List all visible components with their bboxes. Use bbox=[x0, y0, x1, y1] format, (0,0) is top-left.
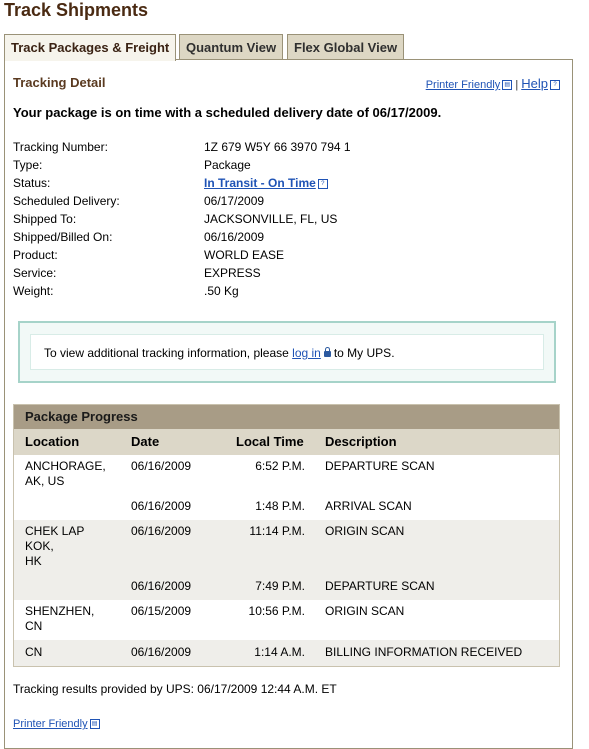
tracking-number-value: 1Z 679 W5Y 66 3970 794 1 bbox=[204, 140, 351, 154]
login-info-box: To view additional tracking information,… bbox=[18, 321, 556, 383]
date-cell: 06/16/2009 bbox=[131, 524, 192, 538]
status-help-icon[interactable]: ? bbox=[317, 178, 328, 189]
detail-label: Weight: bbox=[13, 284, 54, 298]
detail-label: Status: bbox=[13, 176, 51, 190]
info-text-after: to My UPS. bbox=[333, 346, 395, 360]
weight-value: .50 Kg bbox=[204, 284, 239, 298]
table-row: CHEK LAP KOK, HK 06/16/2009 11:14 P.M. O… bbox=[14, 520, 559, 575]
header-links: Printer Friendly ▤ | Help? bbox=[426, 76, 560, 91]
table-row: ANCHORAGE, AK, US 06/16/2009 6:52 P.M. D… bbox=[14, 455, 559, 495]
page-title: Track Shipments bbox=[4, 0, 149, 20]
time-cell: 10:56 P.M. bbox=[248, 604, 305, 618]
table-row: 06/16/2009 1:48 P.M. ARRIVAL SCAN bbox=[14, 495, 559, 520]
table-header-row: Location Date Local Time Description bbox=[14, 429, 559, 455]
product-value: WORLD EASE bbox=[204, 248, 285, 262]
package-progress-table: Package Progress Location Date Local Tim… bbox=[13, 404, 560, 667]
location-cell: CHEK LAP KOK, HK bbox=[25, 524, 85, 568]
time-cell: 1:48 P.M. bbox=[255, 499, 305, 513]
location-cell: SHENZHEN, CN bbox=[25, 604, 95, 633]
date-cell: 06/16/2009 bbox=[131, 459, 192, 473]
package-progress-title: Package Progress bbox=[14, 405, 559, 429]
status-value: In Transit - On Time? bbox=[204, 174, 328, 192]
bottom-printer-friendly: Printer Friendly ▤ bbox=[13, 718, 100, 730]
link-separator: | bbox=[515, 79, 519, 91]
table-row: CN 06/16/2009 1:14 A.M. BILLING INFORMAT… bbox=[14, 640, 559, 666]
column-header-date: Date bbox=[131, 434, 160, 449]
tracking-panel: Tracking Detail Printer Friendly ▤ | Help… bbox=[4, 59, 573, 749]
status-link[interactable]: In Transit - On Time bbox=[204, 176, 316, 190]
info-text-before: To view additional tracking information,… bbox=[44, 346, 289, 360]
table-row: SHENZHEN, CN 06/15/2009 10:56 P.M. ORIGI… bbox=[14, 600, 559, 640]
detail-label: Tracking Number: bbox=[13, 140, 108, 154]
time-cell: 11:14 P.M. bbox=[249, 524, 305, 538]
date-cell: 06/16/2009 bbox=[131, 645, 192, 659]
column-header-local-time: Local Time bbox=[236, 434, 304, 449]
date-cell: 06/16/2009 bbox=[131, 499, 192, 513]
tracking-results-note: Tracking results provided by UPS: 06/17/… bbox=[13, 682, 337, 696]
description-cell: ARRIVAL SCAN bbox=[325, 499, 412, 513]
description-cell: BILLING INFORMATION RECEIVED bbox=[325, 645, 523, 659]
detail-label: Shipped/Billed On: bbox=[13, 230, 113, 244]
shipped-billed-value: 06/16/2009 bbox=[204, 230, 265, 244]
type-value: Package bbox=[204, 158, 251, 172]
printer-icon[interactable]: ▤ bbox=[89, 719, 100, 730]
printer-friendly-link[interactable]: Printer Friendly bbox=[426, 79, 501, 91]
on-time-message: Your package is on time with a scheduled… bbox=[13, 105, 442, 120]
detail-label: Product: bbox=[13, 248, 58, 262]
tracking-detail-heading: Tracking Detail bbox=[13, 75, 106, 90]
login-info-inner: To view additional tracking information,… bbox=[30, 334, 544, 370]
detail-label: Scheduled Delivery: bbox=[13, 194, 120, 208]
time-cell: 6:52 P.M. bbox=[255, 459, 305, 473]
log-in-link[interactable]: log in bbox=[292, 346, 321, 360]
column-header-description: Description bbox=[325, 434, 397, 449]
tab-quantum-view[interactable]: Quantum View bbox=[179, 34, 284, 59]
help-icon[interactable]: ? bbox=[550, 80, 560, 91]
shipped-to-value: JACKSONVILLE, FL, US bbox=[204, 212, 338, 226]
description-cell: ORIGIN SCAN bbox=[325, 604, 405, 618]
column-header-location: Location bbox=[25, 434, 80, 449]
printer-friendly-link-bottom[interactable]: Printer Friendly bbox=[13, 718, 88, 730]
detail-label: Type: bbox=[13, 158, 43, 172]
description-cell: ORIGIN SCAN bbox=[325, 524, 405, 538]
location-cell: CN bbox=[25, 645, 43, 659]
description-cell: DEPARTURE SCAN bbox=[325, 459, 435, 473]
tab-track-packages[interactable]: Track Packages & Freight bbox=[4, 34, 177, 61]
date-cell: 06/15/2009 bbox=[131, 604, 192, 618]
table-row: 06/16/2009 7:49 P.M. DEPARTURE SCAN bbox=[14, 575, 559, 600]
description-cell: DEPARTURE SCAN bbox=[325, 579, 435, 593]
date-cell: 06/16/2009 bbox=[131, 579, 192, 593]
detail-label: Service: bbox=[13, 266, 57, 280]
detail-label: Shipped To: bbox=[13, 212, 77, 226]
location-cell: ANCHORAGE, AK, US bbox=[25, 459, 106, 488]
scheduled-delivery-value: 06/17/2009 bbox=[204, 194, 265, 208]
tab-flex-global-view[interactable]: Flex Global View bbox=[287, 34, 405, 59]
lock-icon bbox=[323, 346, 331, 357]
help-link[interactable]: Help bbox=[521, 76, 548, 91]
time-cell: 7:49 P.M. bbox=[255, 579, 305, 593]
time-cell: 1:14 A.M. bbox=[254, 645, 305, 659]
login-info-text: To view additional tracking information,… bbox=[44, 346, 395, 360]
printer-icon[interactable]: ▤ bbox=[502, 80, 513, 91]
service-value: EXPRESS bbox=[204, 266, 261, 280]
